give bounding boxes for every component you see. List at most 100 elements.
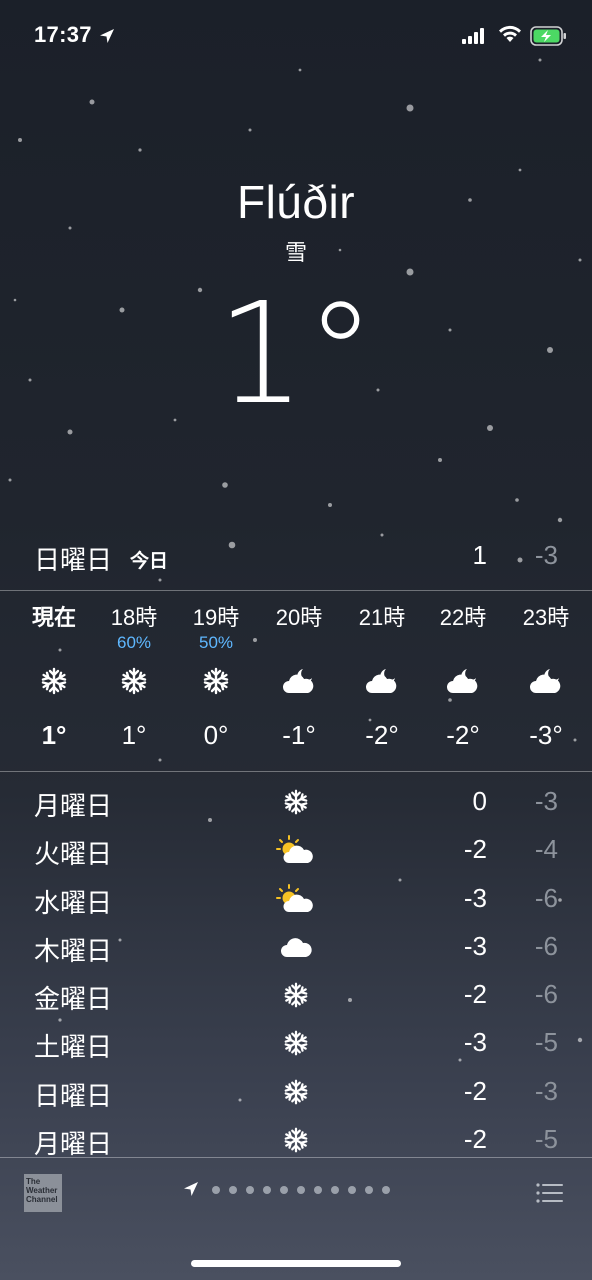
day-low: -3 — [534, 786, 558, 816]
daily-row: 火曜日 -2 -4 — [0, 826, 592, 874]
hour-precip-chance — [423, 632, 503, 654]
day-name: 木曜日 — [34, 935, 113, 966]
hourly-item-18: 18時 60% 1° — [94, 592, 174, 751]
day-name: 月曜日 — [34, 1129, 113, 1160]
hour-label: 18時 — [110, 605, 158, 630]
daily-row: 月曜日 0 -3 — [0, 778, 592, 826]
day-name: 月曜日 — [34, 791, 113, 821]
partly-sunny-icon — [270, 879, 322, 919]
daily-row: 木曜日 -3 -6 — [0, 923, 592, 971]
page-dot[interactable] — [263, 1186, 271, 1194]
hour-temperature: -2° — [446, 720, 480, 750]
page-dot[interactable] — [382, 1186, 390, 1194]
day-low: -5 — [534, 1124, 558, 1155]
cellular-signal-icon — [462, 28, 484, 44]
today-summary-row: 日曜日 今日 1 -3 — [0, 530, 592, 578]
snowflake-icon — [270, 1072, 322, 1112]
partly-sunny-icon — [270, 830, 322, 870]
day-low: -6 — [534, 882, 558, 913]
hour-precip-chance — [14, 632, 94, 654]
snowflake-icon — [270, 1023, 322, 1063]
divider-top — [0, 590, 592, 591]
location-header: Flúðir 雪 — [0, 175, 592, 267]
page-dot[interactable] — [229, 1186, 237, 1194]
daily-forecast-list[interactable]: 月曜日 0 -3 火曜日 -2 -4 水曜日 -3 -6 木曜日 -3 -6 金… — [0, 778, 592, 1164]
footer-toolbar: The Weather Channel — [0, 1158, 592, 1280]
today-high: 1 — [472, 540, 487, 570]
cloudy-night-icon — [342, 660, 422, 702]
hour-temperature: -2° — [365, 720, 399, 750]
day-name: 日曜日 — [34, 1080, 113, 1111]
day-high: -2 — [463, 1124, 487, 1155]
day-high: -2 — [463, 1075, 487, 1106]
today-day-name: 日曜日 — [34, 545, 113, 575]
hour-label: 19時 — [192, 605, 240, 630]
snowflake-icon — [270, 782, 322, 822]
hour-temperature: -1° — [282, 720, 316, 750]
day-low: -5 — [534, 1027, 558, 1058]
day-name: 土曜日 — [34, 1032, 113, 1063]
hour-label: 22時 — [439, 605, 487, 630]
home-indicator[interactable] — [191, 1260, 401, 1267]
hourly-item-22: 22時 -2° — [423, 592, 503, 751]
weather-channel-logo[interactable]: The Weather Channel — [24, 1174, 62, 1212]
hour-precip-chance: 50% — [198, 633, 234, 652]
hour-label: 20時 — [275, 605, 323, 630]
day-name: 火曜日 — [34, 839, 113, 870]
location-arrow-icon — [100, 29, 114, 43]
current-temperature: 1° — [216, 273, 376, 436]
hourly-item-now: 現在 1° — [14, 592, 94, 751]
page-dot[interactable] — [212, 1186, 220, 1194]
today-low: -3 — [534, 540, 558, 570]
cloudy-night-icon — [423, 660, 503, 702]
page-indicator[interactable] — [212, 1186, 390, 1194]
today-label: 今日 — [130, 551, 169, 572]
day-high: -2 — [463, 979, 487, 1010]
day-low: -6 — [534, 979, 558, 1010]
hour-temperature: 0° — [203, 720, 229, 750]
cloudy-night-icon — [259, 660, 339, 702]
hour-label: 23時 — [522, 605, 570, 630]
daily-row: 水曜日 -3 -6 — [0, 875, 592, 923]
page-dot[interactable] — [331, 1186, 339, 1194]
hour-temperature: 1° — [121, 720, 147, 750]
day-high: 0 — [472, 786, 487, 816]
hour-label: 現在 — [31, 605, 76, 630]
day-high: -3 — [463, 882, 487, 913]
current-location-page-icon[interactable] — [182, 1180, 200, 1198]
city-name: Flúðir — [236, 176, 356, 228]
day-name: 金曜日 — [34, 984, 113, 1015]
snowflake-icon — [94, 660, 174, 702]
hour-precip-chance — [342, 632, 422, 654]
hourly-item-19: 19時 50% 0° — [176, 592, 256, 751]
hourly-item-21: 21時 -2° — [342, 592, 422, 751]
daily-row: 土曜日 -3 -5 — [0, 1019, 592, 1067]
page-dot[interactable] — [246, 1186, 254, 1194]
hour-label: 21時 — [358, 605, 406, 630]
hourly-item-23: 23時 -3° — [506, 592, 586, 751]
page-dot[interactable] — [348, 1186, 356, 1194]
page-dot[interactable] — [280, 1186, 288, 1194]
page-dot[interactable] — [365, 1186, 373, 1194]
day-low: -4 — [534, 834, 558, 865]
page-dot[interactable] — [314, 1186, 322, 1194]
hour-precip-chance: 60% — [116, 633, 152, 652]
city-list-icon[interactable] — [536, 1182, 564, 1204]
day-low: -3 — [534, 1075, 558, 1106]
day-high: -2 — [463, 834, 487, 865]
status-bar: 17:37 — [0, 0, 592, 70]
wifi-icon — [499, 25, 521, 42]
snowflake-icon — [270, 1120, 322, 1160]
cloud-icon — [270, 927, 322, 967]
hour-precip-chance — [259, 632, 339, 654]
day-high: -3 — [463, 930, 487, 961]
divider-bottom — [0, 771, 592, 772]
snowflake-icon — [270, 975, 322, 1015]
battery-charging-icon — [530, 26, 566, 46]
day-low: -6 — [534, 930, 558, 961]
day-name: 水曜日 — [34, 887, 113, 918]
hourly-forecast-strip[interactable]: 現在 1° 18時 60% 1° 19時 50% 0° 20時 -1° 21時 — [0, 592, 592, 770]
hour-temperature: 1° — [41, 720, 67, 750]
page-dot[interactable] — [297, 1186, 305, 1194]
daily-row: 金曜日 -2 -6 — [0, 971, 592, 1019]
